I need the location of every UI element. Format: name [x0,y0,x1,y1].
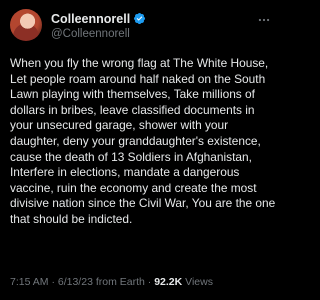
name-row: Colleennorell [51,11,256,27]
views-label: Views [185,276,213,288]
author-block[interactable]: Colleennorell @Colleennorell [51,11,256,40]
more-options-icon[interactable] [256,12,272,28]
tweet-time[interactable]: 7:15 AM [10,276,49,288]
tweet-header: Colleennorell @Colleennorell [10,8,272,42]
tweet-meta: 7:15 AM · 6/13/23 from Earth · 92.2K Vie… [10,276,276,288]
meta-separator: · [51,276,55,288]
tweet-text: When you fly the wrong flag at The White… [10,56,276,226]
tweet-source: from Earth [95,276,145,288]
display-name[interactable]: Colleennorell [51,12,130,26]
handle[interactable]: @Colleennorell [51,28,256,40]
verified-badge-icon [133,12,146,25]
avatar[interactable] [10,9,42,41]
meta-separator: · [147,276,152,288]
tweet-date[interactable]: 6/13/23 [58,276,93,288]
previous-tweet-cutoff [0,0,282,6]
views-count: 92.2K [154,276,183,288]
